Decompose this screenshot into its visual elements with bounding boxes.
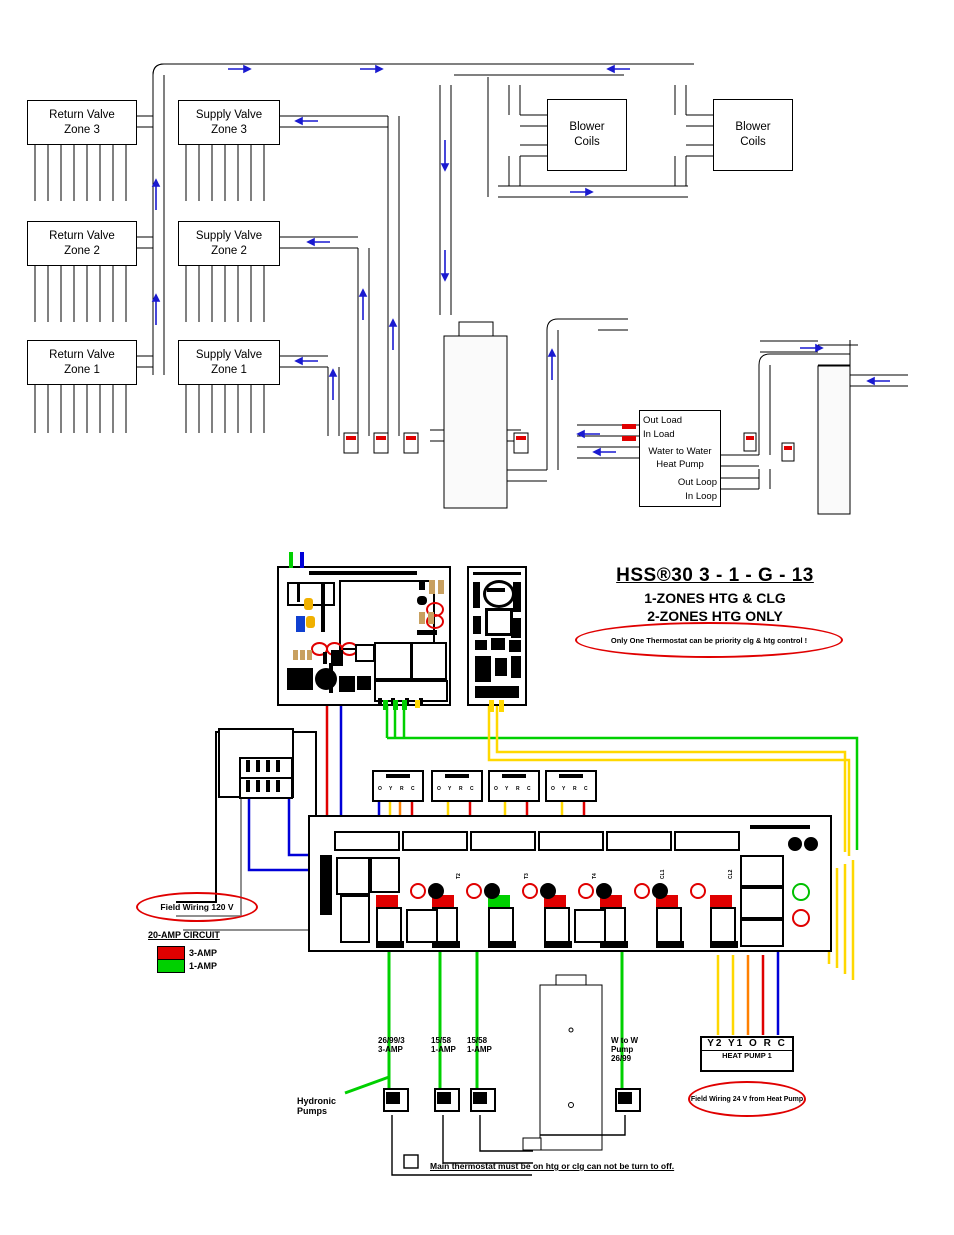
hydronic-pumps-line2: Pumps xyxy=(297,1106,328,1117)
zone-label-cl1: CL1 xyxy=(660,869,666,879)
pump-model-3: 15/58 xyxy=(467,1036,488,1045)
main-control-board[interactable] xyxy=(277,566,451,706)
hydronic-pumps-label: Hydronic Pumps xyxy=(297,1096,336,1117)
tstat-connector-t2[interactable]: OY RC xyxy=(431,770,483,802)
wtow-line3: 26/99 xyxy=(611,1054,632,1064)
secondary-board-yellow-out-1 xyxy=(489,700,494,712)
field-wiring-24v-note: Field Wiring 24 V from Heat Pump xyxy=(688,1081,806,1117)
legend-swatch-3amp xyxy=(157,946,185,960)
pump-amp-3: 1-AMP xyxy=(467,1045,492,1055)
main-thermostat-note: Main thermostat must be on htg or clg ca… xyxy=(430,1161,675,1171)
main-board-blue-pigtail xyxy=(300,552,304,568)
tstat-connector-t4[interactable]: OY RC xyxy=(545,770,597,802)
tstat-connector-t1[interactable]: OY RC xyxy=(372,770,424,802)
main-board-green-pigtail xyxy=(289,552,293,568)
status-led-red xyxy=(792,909,810,927)
status-led-green xyxy=(792,883,810,901)
heat-pump-terminals: Y2 Y1 O R C xyxy=(707,1038,787,1049)
tstat-connector-t3[interactable]: OY RC xyxy=(488,770,540,802)
circuit-rating-label: 20-AMP CIRCUIT xyxy=(148,930,220,940)
pump-label-3: 15/58 1-AMP xyxy=(467,1036,492,1054)
zone-label-t4: T4 xyxy=(592,873,598,879)
pump-amp-2: 1-AMP xyxy=(431,1045,456,1055)
wtow-line2: Pump xyxy=(611,1045,634,1055)
zone-control-board[interactable]: T1 T2 T3 T4 CL1 CL2 xyxy=(308,815,832,952)
wtow-pump-label: W to W Pump 26/99 xyxy=(611,1036,638,1064)
heat-pump-terminal-block[interactable]: Y2 Y1 O R C HEAT PUMP 1 xyxy=(700,1036,794,1072)
zone-label-cl2: CL2 xyxy=(728,869,734,879)
heat-pump-block-label: HEAT PUMP 1 xyxy=(702,1050,792,1061)
legend-label-3amp: 3-AMP xyxy=(189,948,218,958)
legend-label-1amp: 1-AMP xyxy=(189,961,218,971)
main-board-green-out-1 xyxy=(383,700,388,710)
main-board-green-out-2 xyxy=(393,700,398,710)
field-wiring-120v-note: Field Wiring 120 V xyxy=(136,892,258,922)
secondary-control-board[interactable] xyxy=(467,566,527,706)
pump-label-2: 15/58 1-AMP xyxy=(431,1036,456,1054)
main-board-yellow-out xyxy=(415,700,420,708)
pump-model-2: 15/58 xyxy=(431,1036,452,1045)
pump-model-1: 26/99/3 xyxy=(378,1036,405,1045)
hydronic-pumps-line1: Hydronic xyxy=(297,1096,337,1106)
legend-swatch-1amp xyxy=(157,959,185,973)
secondary-board-yellow-out-2 xyxy=(499,700,504,712)
wtow-line1: W to W xyxy=(611,1036,639,1045)
pump-amp-1: 3-AMP xyxy=(378,1045,403,1055)
pump-label-1: 26/99/3 3-AMP xyxy=(378,1036,405,1054)
main-board-green-out-3 xyxy=(402,700,407,710)
zone-label-t2: T2 xyxy=(456,873,462,879)
zone-label-t3: T3 xyxy=(524,873,530,879)
